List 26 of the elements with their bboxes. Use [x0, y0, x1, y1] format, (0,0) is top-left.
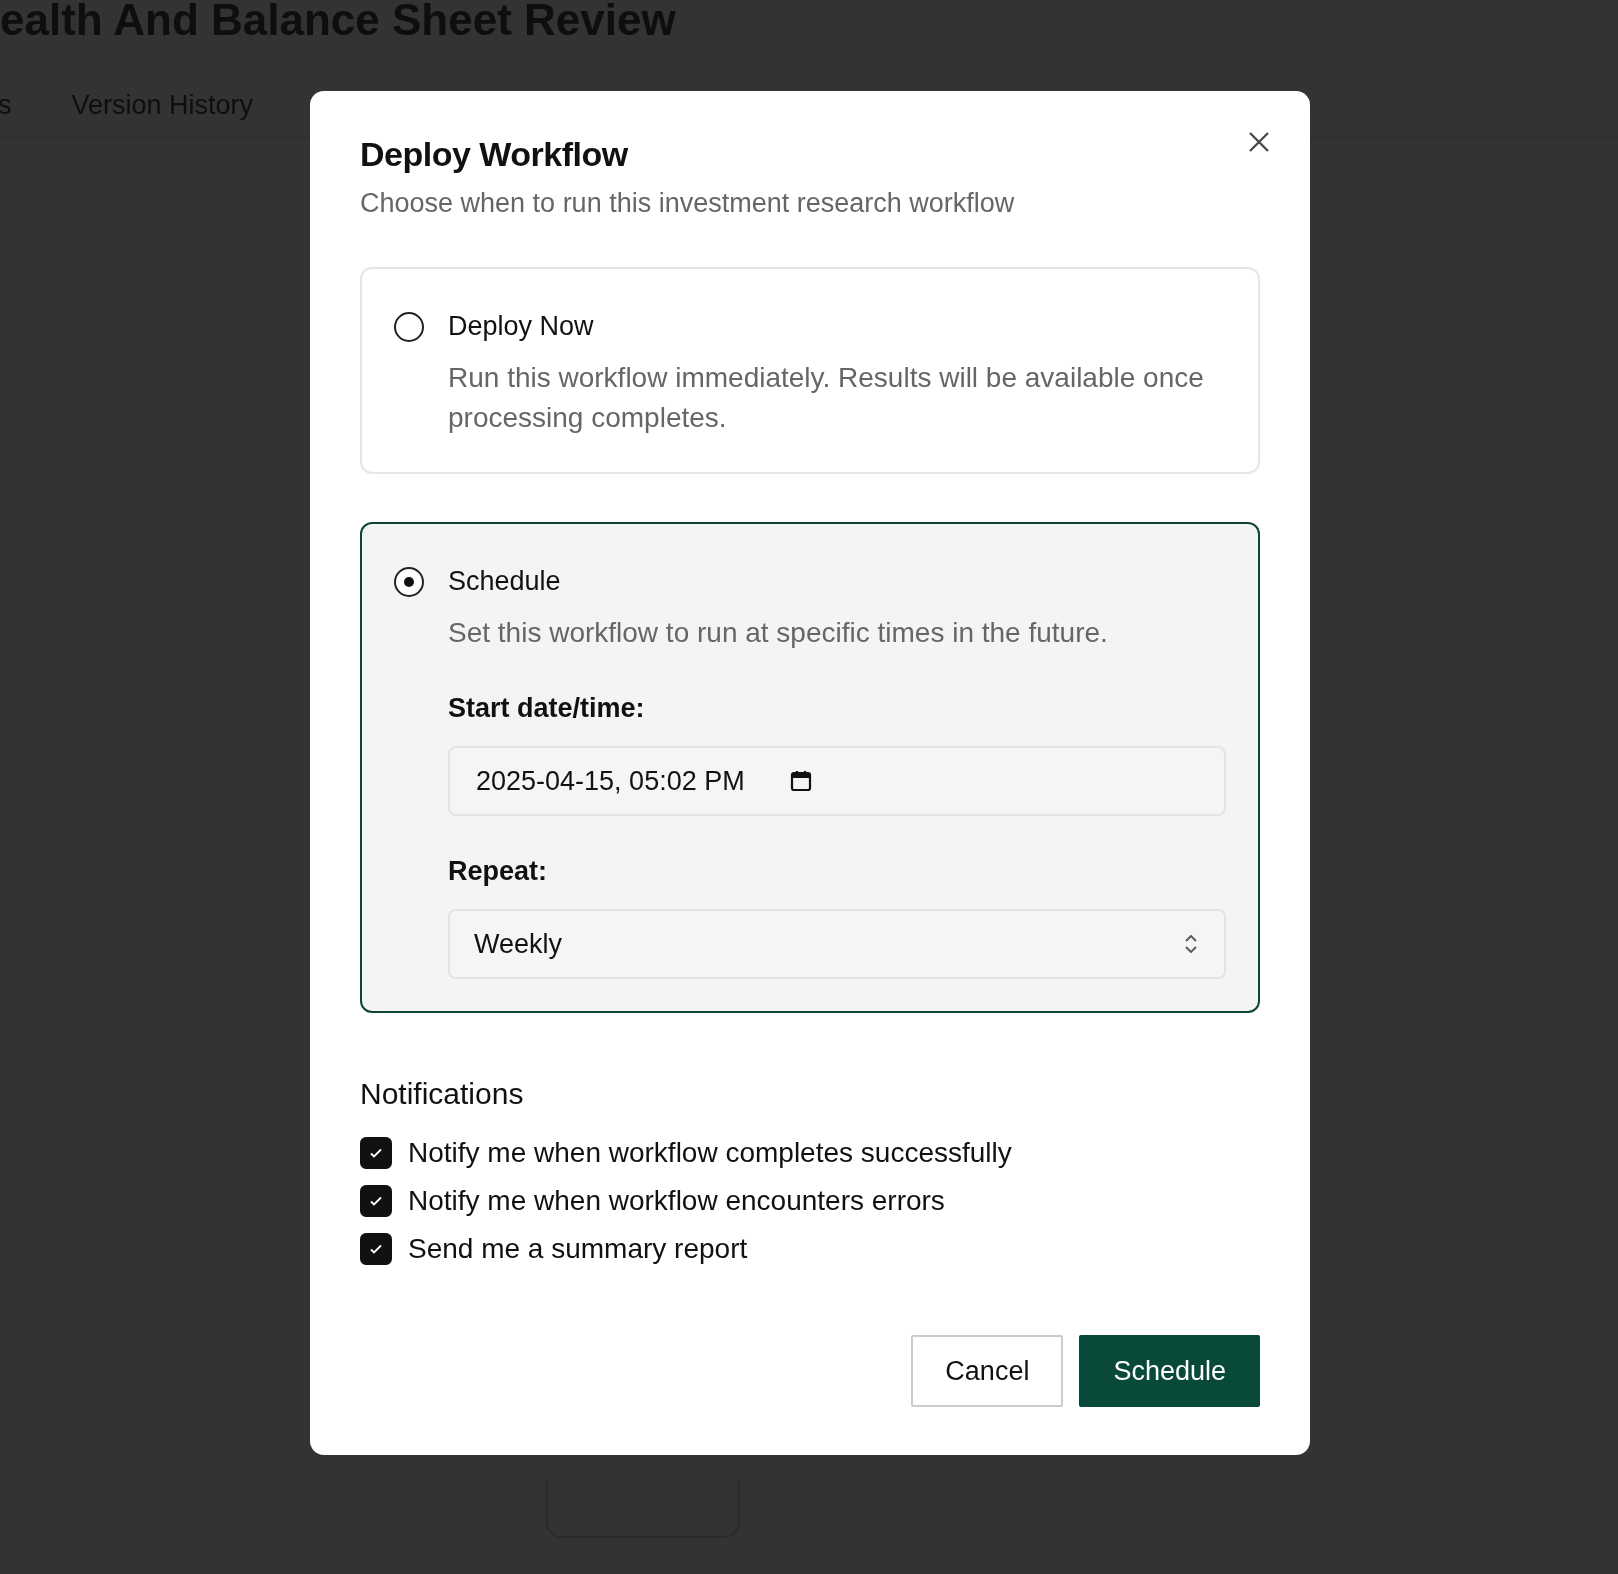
dialog-subtitle: Choose when to run this investment research workflow: [360, 188, 1016, 219]
field-label: Repeat:: [448, 856, 549, 887]
checkbox[interactable]: [360, 1137, 392, 1169]
dialog-title: Deploy Workflow: [360, 135, 629, 174]
option-card[interactable]: Deploy Now Run this workflow immediately. Results will be available once processing completes.: [360, 267, 1260, 474]
radio-button[interactable]: [394, 311, 424, 342]
calendar-icon[interactable]: [788, 769, 813, 793]
schedule-button[interactable]: Schedule: [1079, 1335, 1260, 1407]
checkbox-label: Send me a summary report: [408, 1233, 748, 1265]
close-icon[interactable]: [1248, 131, 1270, 153]
option-description: Set this workflow to run at specific times in the future.: [448, 616, 1109, 650]
option-label: Schedule: [448, 566, 561, 597]
field-label: Start date/time:: [448, 693, 646, 724]
repeat-select[interactable]: Weekly: [448, 909, 1226, 979]
checkbox[interactable]: [360, 1233, 392, 1265]
cancel-button[interactable]: Cancel: [911, 1335, 1064, 1407]
option-card[interactable]: Schedule Set this workflow to run at specific times in the future. Start date/time: 2025-04-15, 05:02 PM Repeat: Weekly: [360, 522, 1260, 1013]
checkbox[interactable]: [360, 1185, 392, 1217]
date-time-field[interactable]: 2025-04-15, 05:02 PM: [448, 746, 1226, 816]
section-heading: Notifications: [360, 1077, 525, 1111]
option-description: Run this workflow immediately. Results will be available once processing completes.: [448, 361, 1205, 435]
checkbox-label: Notify me when workflow encounters errors: [408, 1185, 945, 1217]
checkbox-label: Notify me when workflow completes successfully: [408, 1137, 1012, 1169]
chevron-up-down-icon: [1184, 933, 1198, 955]
option-label: Deploy Now: [448, 311, 594, 342]
radio-button[interactable]: [394, 566, 424, 597]
